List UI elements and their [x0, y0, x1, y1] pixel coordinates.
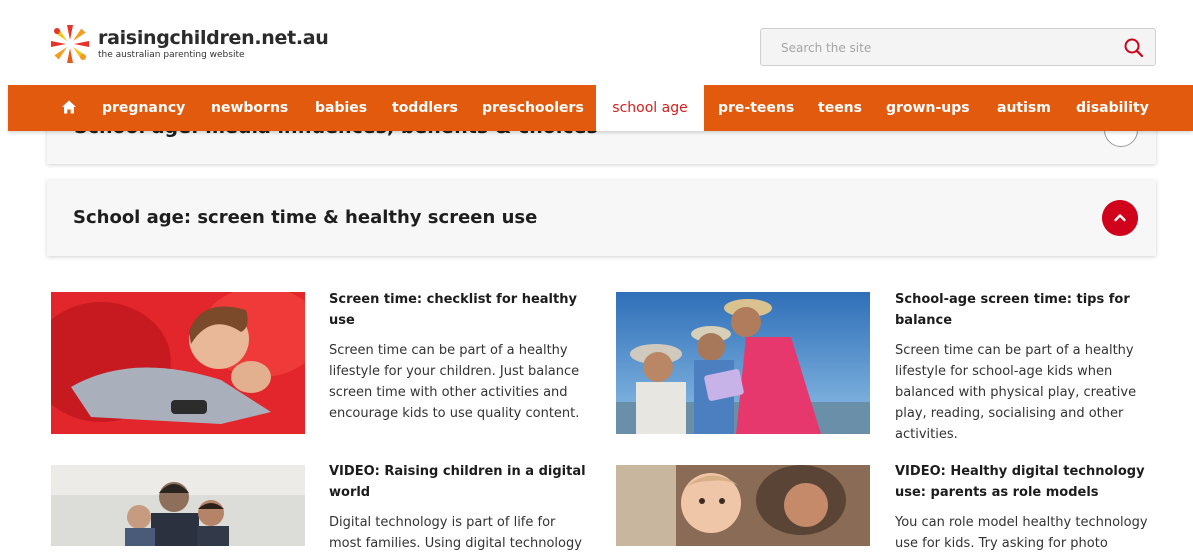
nav-item-babies[interactable]: babies [315, 85, 367, 131]
search-input[interactable] [761, 29, 1123, 67]
article-description: Screen time can be part of a healthy lif… [329, 343, 580, 421]
article-title[interactable]: VIDEO: Healthy digital technology use: p… [895, 461, 1157, 503]
chevron-up-icon[interactable] [1102, 200, 1138, 236]
article-description: You can role model healthy technology us… [895, 515, 1148, 551]
article-thumbnail-baby-with-parent[interactable] [616, 465, 870, 546]
main-nav: pregnancy newborns babies toddlers presc… [8, 85, 1193, 131]
nav-item-autism[interactable]: autism [997, 85, 1051, 131]
logo-name: raisingchildren.net.au [98, 27, 329, 49]
logo-burst-icon [51, 25, 89, 63]
section-screen-time[interactable]: School age: screen time & healthy screen… [47, 180, 1156, 256]
article-thumbnail-family-with-tablet[interactable] [616, 292, 870, 434]
nav-item-school-age[interactable]: school age [596, 85, 704, 131]
article-title[interactable]: Screen time: checklist for healthy use [329, 289, 589, 331]
site-logo[interactable]: raisingchildren.net.au the australian pa… [48, 22, 329, 66]
search-box [760, 28, 1156, 67]
article-thumbnail-boy-on-red-pillow[interactable] [51, 292, 305, 434]
nav-item-preschoolers[interactable]: preschoolers [482, 85, 584, 131]
nav-item-grown-ups[interactable]: grown-ups [886, 85, 970, 131]
logo-tagline: the australian parenting website [98, 50, 245, 60]
nav-item-pregnancy[interactable]: pregnancy [102, 85, 185, 131]
article-description: Screen time can be part of a healthy lif… [895, 343, 1137, 442]
nav-item-toddlers[interactable]: toddlers [392, 85, 458, 131]
home-icon[interactable] [61, 99, 77, 115]
section-title: School age: screen time & healthy screen… [73, 207, 538, 228]
article-description: Digital technology is part of life for m… [329, 515, 582, 551]
nav-item-pre-teens[interactable]: pre-teens [718, 85, 794, 131]
nav-item-teens[interactable]: teens [818, 85, 862, 131]
article-thumbnail-father-and-kids[interactable] [51, 465, 305, 546]
nav-item-newborns[interactable]: newborns [211, 85, 288, 131]
article-title[interactable]: VIDEO: Raising children in a digital wor… [329, 461, 591, 503]
article-title[interactable]: School-age screen time: tips for balance [895, 289, 1155, 331]
search-icon[interactable] [1123, 37, 1145, 59]
nav-item-disability[interactable]: disability [1076, 85, 1149, 131]
